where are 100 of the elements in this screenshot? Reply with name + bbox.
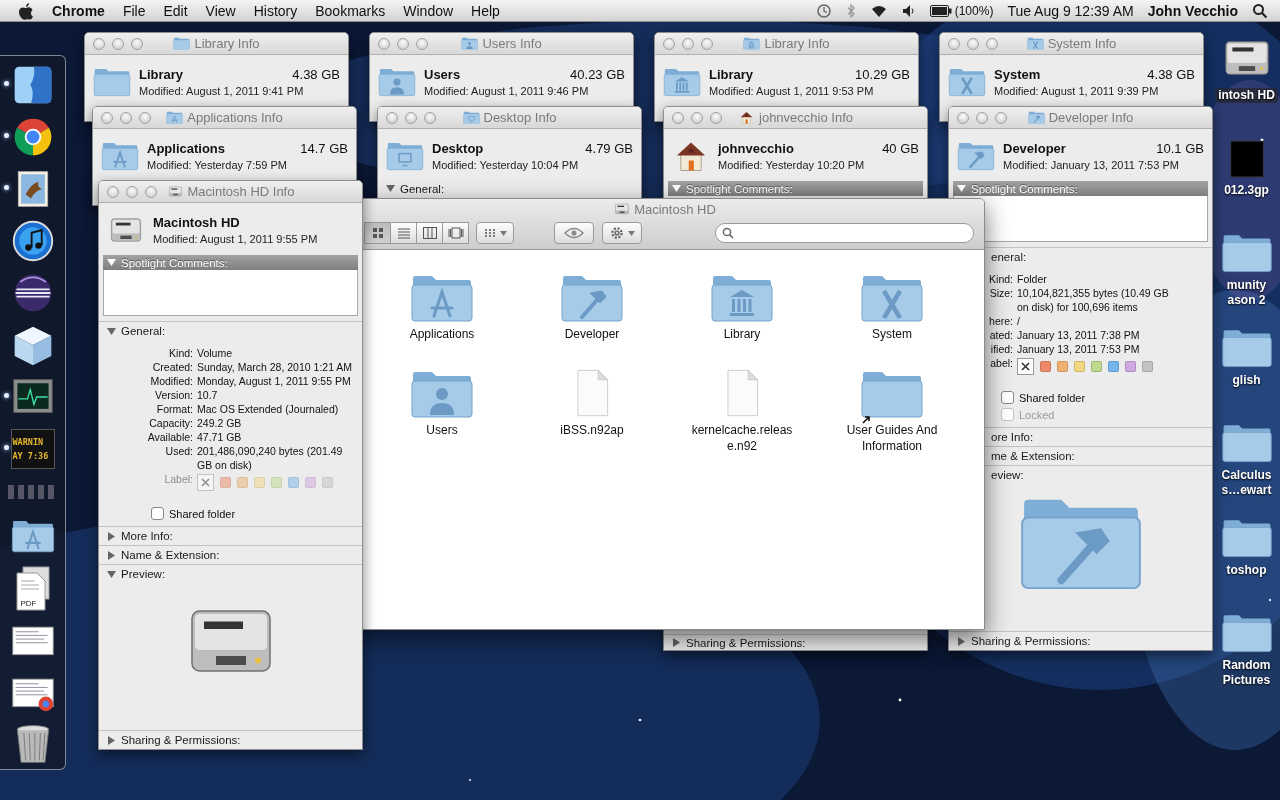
apple-logo-icon[interactable]: [18, 1, 34, 20]
checkbox[interactable]: [1001, 391, 1014, 404]
section-header[interactable]: General:: [378, 181, 641, 196]
battery-icon[interactable]: [929, 4, 952, 17]
user-menu[interactable]: John Vecchio: [1147, 2, 1238, 19]
minimize-button[interactable]: [976, 111, 988, 124]
section-header[interactable]: Name & Extension:: [99, 546, 362, 564]
search-icon[interactable]: [1252, 2, 1268, 19]
label-swatch[interactable]: [1074, 361, 1085, 372]
section-header[interactable]: Sharing & Permissions:: [949, 632, 1212, 650]
close-button[interactable]: [107, 185, 119, 198]
quick-look-button[interactable]: [554, 222, 594, 244]
zoom-button[interactable]: [424, 111, 436, 124]
no-label-button[interactable]: [1017, 358, 1034, 375]
minimize-button[interactable]: [397, 37, 409, 50]
view-mode-button[interactable]: [442, 222, 469, 244]
zoom-button[interactable]: [701, 37, 713, 50]
desktop-icon-label[interactable]: glish: [1229, 373, 1264, 388]
file-name[interactable]: User Guides And Information: [841, 422, 943, 454]
menu-item[interactable]: Help: [471, 2, 500, 19]
zoom-button[interactable]: [416, 37, 428, 50]
close-button[interactable]: [957, 111, 969, 124]
close-button[interactable]: [93, 37, 105, 50]
video-thumbnail-icon[interactable]: [1229, 139, 1264, 179]
label-swatch[interactable]: [1125, 361, 1136, 372]
zoom-button[interactable]: [710, 111, 722, 124]
desktop-icon-label[interactable]: 012.3gp: [1221, 183, 1272, 198]
menu-item[interactable]: Edit: [163, 2, 188, 19]
section-header[interactable]: eview:: [989, 466, 1212, 484]
section-header[interactable]: General:: [99, 322, 362, 340]
zoom-button[interactable]: [995, 111, 1007, 124]
close-button[interactable]: [948, 37, 960, 50]
bluetooth-icon[interactable]: [845, 2, 856, 19]
section-header[interactable]: eneral:: [989, 248, 1212, 266]
minimize-button[interactable]: [967, 37, 979, 50]
section-header[interactable]: More Info:: [99, 527, 362, 545]
comments-field[interactable]: [103, 270, 358, 316]
zoom-button[interactable]: [139, 111, 151, 124]
file-name[interactable]: Users: [391, 422, 493, 438]
disclosure-triangle-icon[interactable]: [107, 531, 116, 541]
checkbox[interactable]: [151, 507, 164, 520]
section-header[interactable]: Sharing & Permissions:: [664, 635, 927, 650]
file-name[interactable]: Developer: [541, 326, 643, 342]
label-swatch[interactable]: [1057, 361, 1068, 372]
menu-item[interactable]: History: [253, 2, 298, 19]
section-header[interactable]: me & Extension:: [989, 447, 1212, 465]
desktop-icon-label[interactable]: munity ason 2: [1223, 278, 1270, 308]
disclosure-triangle-icon[interactable]: [107, 326, 116, 336]
zoom-button[interactable]: [131, 37, 143, 50]
minimize-button[interactable]: [691, 111, 703, 124]
zoom-button[interactable]: [145, 185, 157, 198]
close-button[interactable]: [378, 37, 390, 50]
label-swatch[interactable]: [1091, 361, 1102, 372]
file-name[interactable]: kernelcache.release.n92: [691, 422, 793, 454]
disclosure-triangle-icon[interactable]: [107, 258, 116, 267]
desktop-icon-label[interactable]: Calculus s…ewart: [1218, 468, 1275, 498]
minimize-button[interactable]: [120, 111, 132, 124]
menu-clock[interactable]: Tue Aug 9 12:39 AM: [1007, 2, 1134, 19]
menu-item[interactable]: File: [122, 2, 146, 19]
minimize-button[interactable]: [126, 185, 138, 198]
wifi-icon[interactable]: [869, 3, 888, 18]
console-display[interactable]: WARNIN AY 7:36: [10, 428, 55, 469]
folder-icon[interactable]: [1220, 612, 1273, 654]
disclosure-triangle-icon[interactable]: [957, 184, 966, 193]
arrange-button[interactable]: [476, 222, 514, 244]
action-button[interactable]: [602, 222, 642, 244]
close-button[interactable]: [672, 111, 684, 124]
menu-item[interactable]: Window: [403, 2, 454, 19]
folder-icon[interactable]: [1220, 422, 1273, 464]
music-note-icon[interactable]: [10, 218, 55, 263]
disclosure-triangle-icon[interactable]: [672, 184, 681, 193]
section-header[interactable]: Preview:: [99, 565, 362, 583]
volume-icon[interactable]: [901, 3, 916, 18]
desktop-icon-label[interactable]: intosh HD: [1215, 88, 1278, 103]
menu-item[interactable]: View: [205, 2, 236, 19]
desktop-icon-label[interactable]: toshop: [1223, 563, 1270, 578]
disclosure-triangle-icon[interactable]: [957, 636, 966, 646]
menu-item[interactable]: Bookmarks: [315, 2, 386, 19]
file-name[interactable]: iBSS.n92ap: [541, 422, 643, 438]
close-button[interactable]: [663, 37, 675, 50]
label-swatch[interactable]: [1108, 361, 1119, 372]
minimize-button[interactable]: [682, 37, 694, 50]
disclosure-triangle-icon[interactable]: [107, 735, 116, 745]
close-button[interactable]: [101, 111, 113, 124]
disclosure-triangle-icon[interactable]: [107, 550, 116, 560]
file-name[interactable]: System: [841, 326, 943, 342]
label-swatch[interactable]: [1142, 361, 1153, 372]
app-menu[interactable]: Chrome: [52, 2, 105, 19]
close-button[interactable]: [386, 111, 398, 124]
folder-icon[interactable]: [1220, 232, 1273, 274]
disclosure-triangle-icon[interactable]: [107, 569, 116, 579]
section-header[interactable]: Sharing & Permissions:: [99, 731, 362, 749]
view-mode-button[interactable]: [416, 222, 443, 244]
zoom-button[interactable]: [986, 37, 998, 50]
folder-icon[interactable]: [1220, 517, 1273, 559]
disclosure-triangle-icon[interactable]: [672, 638, 681, 647]
view-mode-button[interactable]: [364, 222, 391, 244]
section-header[interactable]: ore Info:: [989, 428, 1212, 446]
desktop-icon-label[interactable]: Random Pictures: [1219, 658, 1274, 688]
search-field[interactable]: [715, 223, 974, 243]
